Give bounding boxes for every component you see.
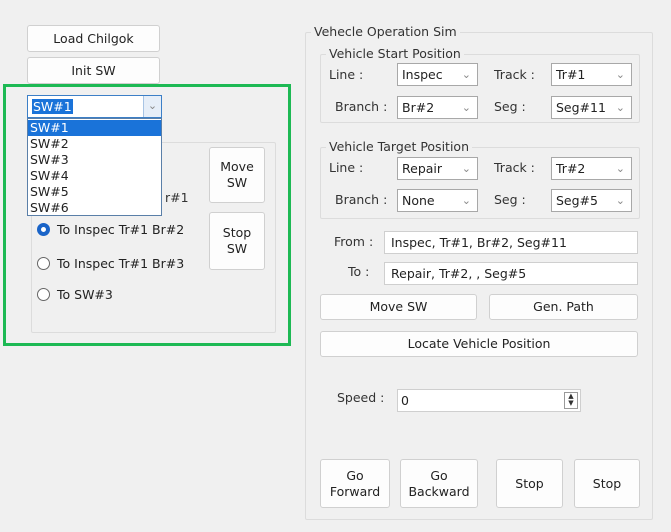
dropdown-option[interactable]: SW#2 (28, 136, 161, 152)
speed-label: Speed : (337, 390, 385, 405)
radio-circle[interactable] (37, 288, 50, 301)
value: Tr#1 (556, 67, 586, 82)
start-seg-select[interactable]: Seg#11 ⌄ (551, 96, 632, 119)
start-track-label: Track : (494, 67, 535, 82)
chevron-down-icon: ⌄ (461, 68, 471, 81)
start-branch-label: Branch : (335, 99, 388, 114)
speed-spinner[interactable]: 0 ▲ ▼ (397, 389, 581, 412)
value: Seg#5 (556, 193, 598, 208)
value: Tr#2 (556, 161, 586, 176)
radio-label: To Inspec Tr#1 Br#3 (57, 256, 185, 271)
radio-inspec-br2[interactable]: To Inspec Tr#1 Br#2 (37, 222, 184, 237)
dropdown-option[interactable]: SW#5 (28, 184, 161, 200)
from-field[interactable]: Inspec, Tr#1, Br#2, Seg#11 (384, 231, 638, 254)
value: Br#2 (402, 100, 435, 115)
radio-inspec-br3[interactable]: To Inspec Tr#1 Br#3 (37, 256, 184, 271)
gen-path-button[interactable]: Gen. Path (489, 294, 638, 320)
go-backward-button[interactable]: Go Backward (400, 459, 478, 508)
start-track-select[interactable]: Tr#1 ⌄ (551, 63, 632, 86)
stop-button-1[interactable]: Stop (496, 459, 563, 508)
target-branch-label: Branch : (335, 192, 388, 207)
from-label: From : (334, 234, 374, 249)
start-line-label: Line : (329, 67, 364, 82)
start-group-title: Vehicle Start Position (326, 46, 464, 61)
start-line-select[interactable]: Inspec ⌄ (397, 63, 478, 86)
speed-value: 0 (401, 393, 409, 408)
chevron-down-icon: ⌄ (615, 101, 625, 114)
start-seg-label: Seg : (494, 99, 526, 114)
chevron-down-icon: ⌄ (615, 68, 625, 81)
init-sw-button[interactable]: Init SW (27, 57, 160, 84)
stop-sw-button[interactable]: Stop SW (209, 212, 265, 270)
load-chilgok-button[interactable]: Load Chilgok (27, 25, 160, 52)
value: None (402, 193, 435, 208)
target-branch-select[interactable]: None ⌄ (397, 189, 478, 212)
spinner-arrows-icon[interactable]: ▲ ▼ (564, 392, 578, 409)
target-group-title: Vehicle Target Position (326, 139, 472, 154)
radio-label: To Inspec Tr#1 Br#2 (57, 222, 185, 237)
value: Inspec (402, 67, 443, 82)
target-track-label: Track : (494, 160, 535, 175)
sw-select-value: SW#1 (32, 99, 73, 114)
dropdown-option[interactable]: SW#1 (28, 120, 161, 136)
move-sw-button[interactable]: Move SW (320, 294, 477, 320)
chevron-down-icon: ⌄ (461, 101, 471, 114)
value: Repair (402, 161, 443, 176)
chevron-down-icon: ⌄ (461, 162, 471, 175)
chevron-down-icon[interactable]: ⌄ (143, 96, 161, 117)
sim-group-title: Vehecle Operation Sim (311, 24, 460, 39)
radio-to-sw3[interactable]: To SW#3 (37, 287, 113, 302)
dropdown-option[interactable]: SW#3 (28, 152, 161, 168)
move-sw-button-left[interactable]: Move SW (209, 147, 265, 203)
target-track-select[interactable]: Tr#2 ⌄ (551, 157, 632, 180)
to-label: To : (348, 264, 370, 279)
sw-dropdown-list: SW#1 SW#2 SW#3 SW#4 SW#5 SW#6 (27, 118, 162, 216)
target-seg-label: Seg : (494, 192, 526, 207)
radio-label: To SW#3 (57, 287, 113, 302)
target-line-select[interactable]: Repair ⌄ (397, 157, 478, 180)
sw-select[interactable]: SW#1 ⌄ (27, 95, 162, 118)
radio-circle[interactable] (37, 257, 50, 270)
dropdown-option[interactable]: SW#6 (28, 200, 161, 216)
target-seg-select[interactable]: Seg#5 ⌄ (551, 189, 632, 212)
value: Seg#11 (556, 100, 606, 115)
chevron-down-icon: ⌄ (615, 194, 625, 207)
radio-label-hidden: r#1 (165, 190, 189, 205)
chevron-down-icon: ⌄ (615, 162, 625, 175)
to-field[interactable]: Repair, Tr#2, , Seg#5 (384, 262, 638, 285)
chevron-down-icon: ⌄ (461, 194, 471, 207)
dropdown-option[interactable]: SW#4 (28, 168, 161, 184)
go-forward-button[interactable]: Go Forward (320, 459, 390, 508)
stop-button-2[interactable]: Stop (574, 459, 640, 508)
target-line-label: Line : (329, 160, 364, 175)
radio-circle[interactable] (37, 223, 50, 236)
locate-vehicle-button[interactable]: Locate Vehicle Position (320, 331, 638, 357)
start-branch-select[interactable]: Br#2 ⌄ (397, 96, 478, 119)
